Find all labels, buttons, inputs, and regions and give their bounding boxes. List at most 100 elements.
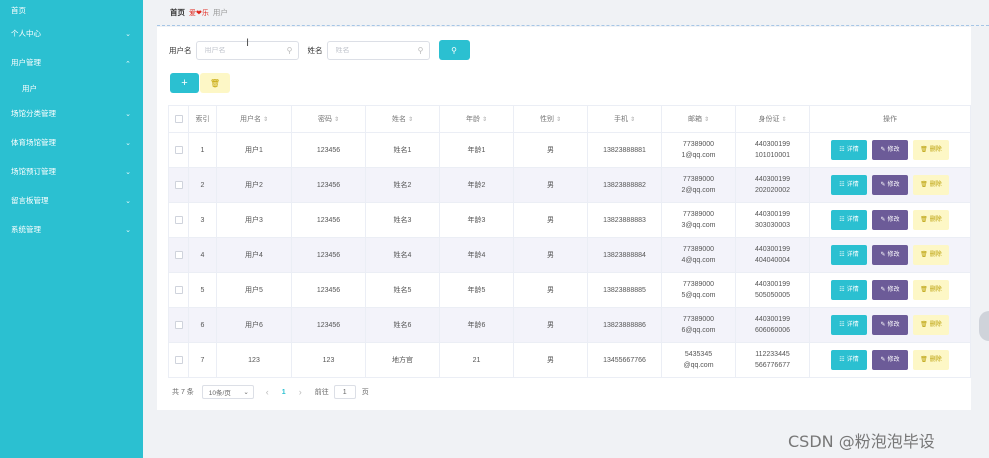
sort-icon[interactable]: ⇕: [263, 117, 268, 123]
cell-actions: ☷ 详情 ✎ 修改 🗑 删除: [809, 237, 971, 273]
delete-button[interactable]: 🗑 删除: [913, 245, 949, 265]
cell-username: 123: [216, 342, 292, 378]
page-size-select[interactable]: 10条/页 ⌄: [201, 385, 254, 399]
delete-button[interactable]: 🗑 删除: [913, 280, 949, 300]
col-password[interactable]: 密码 ⇕: [291, 105, 366, 133]
username-search-input[interactable]: [204, 46, 283, 54]
row-checkbox[interactable]: [174, 180, 183, 189]
table-row: 3 用户3 123456 姓名3 年龄3 男 13823888883 77389000 3@q…: [168, 202, 971, 238]
side-scroll-handle[interactable]: [979, 311, 989, 341]
col-gender[interactable]: 性别 ⇕: [513, 105, 588, 133]
cell-phone: 13823888881: [587, 132, 662, 168]
delete-button[interactable]: 🗑 删除: [913, 140, 949, 160]
detail-button[interactable]: ☷ 详情: [831, 350, 867, 370]
detail-button[interactable]: ☷ 详情: [831, 175, 867, 195]
sidebar-item-booking-management[interactable]: 场馆预订管理 ⌄: [0, 157, 143, 186]
col-email[interactable]: 邮箱 ⇕: [661, 105, 736, 133]
table-row: 4 用户4 123456 姓名4 年龄4 男 13823888884 77389000 4@q…: [168, 237, 971, 273]
row-select-cell[interactable]: [168, 237, 189, 273]
sidebar-item-venue-category[interactable]: 场馆分类管理 ⌄: [0, 99, 143, 128]
edit-button[interactable]: ✎ 修改: [872, 350, 908, 370]
sort-icon[interactable]: ⇕: [630, 117, 635, 123]
prev-page-button[interactable]: ‹: [266, 387, 269, 397]
sort-icon[interactable]: ⇕: [482, 117, 487, 123]
col-age[interactable]: 年龄 ⇕: [439, 105, 514, 133]
row-checkbox[interactable]: [174, 285, 183, 294]
edit-button[interactable]: ✎ 修改: [872, 315, 908, 335]
plus-icon: +: [181, 77, 188, 89]
table-row: 1 用户1 123456 姓名1 年龄1 男 13823888881 77389000 1@q…: [168, 132, 971, 168]
name-search-field[interactable]: ⚲: [326, 40, 430, 60]
edit-button[interactable]: ✎ 修改: [872, 210, 908, 230]
cell-password: 123456: [291, 202, 366, 238]
edit-icon: ✎: [880, 146, 886, 153]
col-username[interactable]: 用户名 ⇕: [216, 105, 292, 133]
row-select-cell[interactable]: [168, 132, 189, 168]
cell-name: 姓名6: [365, 307, 440, 343]
cell-password: 123: [291, 342, 366, 378]
detail-button[interactable]: ☷ 详情: [831, 280, 867, 300]
detail-button[interactable]: ☷ 详情: [831, 245, 867, 265]
cell-gender: 男: [513, 272, 588, 308]
delete-button[interactable]: 🗑 删除: [913, 350, 949, 370]
sidebar-item-user-management[interactable]: 用户管理 ⌄: [0, 48, 143, 77]
row-checkbox[interactable]: [174, 355, 183, 364]
detail-button[interactable]: ☷ 详情: [831, 140, 867, 160]
row-checkbox[interactable]: [174, 215, 183, 224]
cell-name: 姓名4: [365, 237, 440, 273]
add-button[interactable]: +: [170, 73, 199, 93]
sidebar-item-users[interactable]: 用户: [0, 77, 143, 99]
sidebar-item-system[interactable]: 系统管理 ⌄: [0, 215, 143, 244]
goto-page-input[interactable]: 1: [333, 385, 356, 399]
row-select-cell[interactable]: [168, 342, 189, 378]
edit-button[interactable]: ✎ 修改: [872, 140, 908, 160]
search-button[interactable]: ⚲: [438, 40, 470, 60]
delete-button[interactable]: 🗑 删除: [913, 175, 949, 195]
select-all-cell[interactable]: [168, 105, 189, 133]
row-select-cell[interactable]: [168, 272, 189, 308]
cell-age: 年龄5: [439, 272, 514, 308]
table-row: 7 123 123 地方官 21 男 13455667766 5435345 @qq.com 1…: [168, 342, 971, 378]
select-all-checkbox[interactable]: [174, 115, 183, 123]
row-checkbox[interactable]: [174, 250, 183, 259]
cell-age: 年龄2: [439, 167, 514, 203]
cell-index: 5: [188, 272, 217, 308]
next-page-button[interactable]: ›: [299, 387, 302, 397]
sidebar-item-venue-management[interactable]: 体育场馆管理 ⌄: [0, 128, 143, 157]
col-name[interactable]: 姓名 ⇕: [365, 105, 440, 133]
delete-button[interactable]: 🗑 删除: [913, 315, 949, 335]
sort-icon[interactable]: ⇕: [408, 117, 413, 123]
cell-idcard: 440300199 505050005: [735, 272, 810, 308]
row-select-cell[interactable]: [168, 167, 189, 203]
breadcrumb-home[interactable]: 首页: [170, 7, 185, 18]
sidebar-item-message-board[interactable]: 留言板管理 ⌄: [0, 186, 143, 215]
detail-button[interactable]: ☷ 详情: [831, 210, 867, 230]
delete-button[interactable]: 🗑 删除: [913, 210, 949, 230]
detail-button[interactable]: ☷ 详情: [831, 315, 867, 335]
name-search-input[interactable]: [335, 46, 414, 54]
row-checkbox[interactable]: [174, 320, 183, 329]
page-number-current[interactable]: 1: [282, 389, 286, 396]
table-row: 2 用户2 123456 姓名2 年龄2 男 13823888882 77389000 2@q…: [168, 167, 971, 203]
row-select-cell[interactable]: [168, 202, 189, 238]
sidebar-item-personal-center[interactable]: 个人中心 ⌄: [0, 19, 143, 48]
sidebar-item-home[interactable]: 首页: [0, 0, 143, 19]
cell-idcard: 112233445 566776677: [735, 342, 810, 378]
col-phone[interactable]: 手机 ⇕: [587, 105, 662, 133]
sort-icon[interactable]: ⇕: [556, 117, 561, 123]
sidebar: 首页 个人中心 ⌄ 用户管理 ⌄ 用户 场馆分类管理 ⌄ 体育场馆管理 ⌄ 场馆预订管理…: [0, 0, 143, 458]
cell-gender: 男: [513, 307, 588, 343]
col-idcard[interactable]: 身份证 ⇕: [735, 105, 810, 133]
edit-button[interactable]: ✎ 修改: [872, 280, 908, 300]
edit-button[interactable]: ✎ 修改: [872, 245, 908, 265]
row-checkbox[interactable]: [174, 145, 183, 154]
divider: [157, 25, 989, 26]
sort-icon[interactable]: ⇕: [704, 117, 709, 123]
cell-age: 年龄1: [439, 132, 514, 168]
sort-icon[interactable]: ⇕: [781, 117, 786, 123]
sort-icon[interactable]: ⇕: [334, 117, 339, 123]
batch-delete-button[interactable]: 🗑: [200, 73, 230, 93]
cell-age: 年龄4: [439, 237, 514, 273]
row-select-cell[interactable]: [168, 307, 189, 343]
edit-button[interactable]: ✎ 修改: [872, 175, 908, 195]
